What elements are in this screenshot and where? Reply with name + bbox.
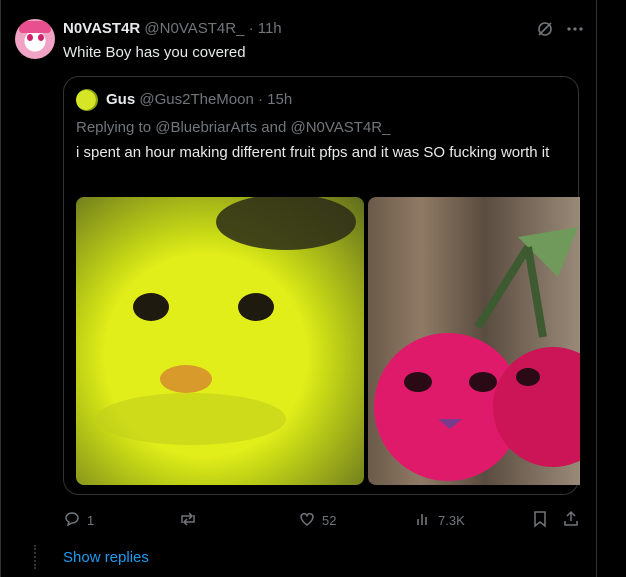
share-action[interactable] [562, 510, 580, 531]
media-grid [76, 197, 580, 485]
share-icon [562, 510, 580, 531]
tweet-top-icons [536, 20, 584, 43]
author-handle[interactable]: @N0VAST4R_ [144, 20, 244, 37]
quoted-author-handle[interactable]: @Gus2TheMoon [139, 91, 253, 108]
quoted-avatar[interactable] [76, 89, 98, 111]
repost-icon [178, 510, 198, 531]
show-replies-link[interactable]: Show replies [63, 549, 149, 566]
quoted-time[interactable]: · 15h [258, 91, 292, 108]
quoted-text: i spent an hour making different fruit p… [76, 144, 550, 161]
tweet-header: N0VAST4R @N0VAST4R_ · 11h [63, 20, 282, 37]
reply-count: 1 [87, 513, 95, 528]
like-icon [298, 510, 316, 531]
tweet-text: White Boy has you covered [63, 44, 246, 61]
author-avatar[interactable] [15, 19, 55, 59]
like-action[interactable]: 52 [298, 510, 336, 531]
quoted-header: Gus @Gus2TheMoon · 15h [106, 91, 292, 108]
thread-dots [34, 545, 38, 569]
grok-icon[interactable] [536, 20, 554, 43]
reply-action[interactable]: 1 [63, 510, 94, 531]
views-icon [414, 510, 432, 531]
bookmark-icon [532, 510, 548, 531]
quoted-tweet[interactable]: Gus @Gus2TheMoon · 15h Replying to @Blue… [63, 76, 580, 495]
left-border [0, 0, 1, 577]
bookmark-action[interactable] [532, 510, 548, 531]
replying-to: Replying to @BluebriarArts and @N0VAST4R… [76, 119, 391, 136]
cherry-cat-image[interactable] [368, 197, 580, 485]
lemon-cat-image[interactable] [76, 197, 364, 485]
like-count: 52 [322, 513, 337, 528]
views-action[interactable]: 7.3K [414, 510, 465, 531]
quoted-author-name[interactable]: Gus [106, 91, 135, 108]
more-icon[interactable] [566, 20, 584, 43]
tweet-time[interactable]: · 11h [249, 20, 282, 37]
views-count: 7.3K [438, 513, 465, 528]
repost-action[interactable] [178, 510, 204, 531]
reply-icon [63, 510, 81, 531]
author-name[interactable]: N0VAST4R [63, 20, 140, 37]
right-border [596, 0, 597, 577]
